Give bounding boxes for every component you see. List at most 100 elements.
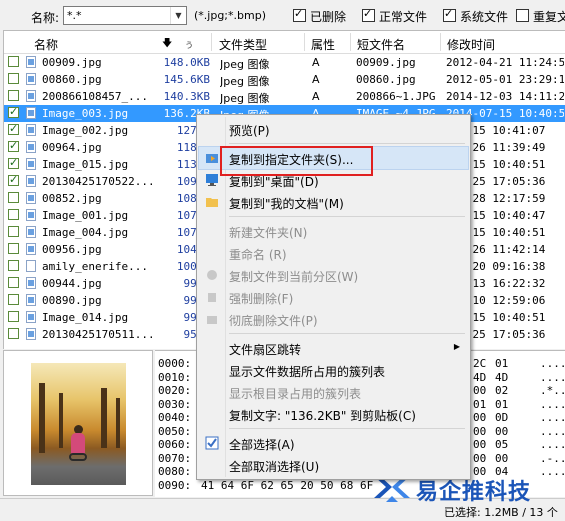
preview-photo [31, 363, 126, 485]
hex-address: 0020: [158, 384, 192, 397]
row-checkbox[interactable] [8, 226, 19, 237]
hex-ascii: .... [540, 424, 565, 438]
image-file-icon [26, 209, 36, 221]
menu-item-12[interactable]: 文件扇区跳转 ▶ [199, 337, 468, 359]
row-checkbox[interactable] [8, 294, 19, 305]
row-checkbox[interactable] [8, 311, 19, 322]
row-checkbox[interactable] [8, 122, 19, 135]
image-file-icon [26, 294, 36, 306]
hex-byte: 00 [473, 438, 487, 451]
cell-size: 140.3KB [163, 90, 210, 103]
table-row[interactable]: 00860.jpg 145.6KB Jpeg 图像 A 00860.jpg 2012-05… [4, 71, 565, 88]
row-checkbox[interactable] [8, 139, 19, 152]
hex-address: 0010: [158, 370, 192, 384]
menu-item-10: 彻底删除文件(P) [199, 308, 468, 330]
document-file-icon [26, 260, 36, 272]
filter-checkbox-3[interactable]: 重复文 [516, 8, 565, 25]
row-checkbox[interactable] [8, 192, 19, 203]
menu-item-17[interactable]: 全部选择(A) [199, 432, 468, 454]
menu-item-15[interactable]: 复制文字: "136.2KB" 到剪贴板(C) [199, 403, 468, 425]
row-checkbox[interactable] [8, 105, 19, 118]
delete-icon [205, 290, 219, 304]
menu-item-label: 新建文件夹(N) [229, 226, 308, 240]
row-checkbox[interactable] [8, 328, 19, 339]
menu-separator [229, 428, 465, 429]
cell-type: Jpeg 图像 [220, 92, 270, 105]
image-file-icon [26, 56, 36, 68]
menu-item-13[interactable]: 显示文件数据所占用的簇列表 [199, 359, 468, 381]
menu-item-label: 全部选择(A) [229, 438, 295, 452]
menu-item-6: 新建文件夹(N) [199, 220, 468, 242]
column-header-mtime[interactable]: 修改时间 [447, 36, 495, 53]
cell-mtime: 2012-05-01 23:29:18 [446, 73, 564, 86]
row-checkbox[interactable] [8, 156, 19, 169]
menu-item-18[interactable]: 全部取消选择(U) [199, 454, 468, 476]
column-header-name[interactable]: 名称 [34, 36, 58, 53]
menu-item-14: 显示根目录占用的簇列表 [199, 381, 468, 403]
hex-byte: 00 [473, 411, 487, 424]
hex-address: 0050: [158, 424, 192, 438]
column-header-type[interactable]: 文件类型 [219, 36, 267, 53]
row-checkbox[interactable] [8, 243, 19, 254]
hex-ascii: .... [540, 411, 565, 424]
image-file-icon [26, 277, 36, 289]
row-checkbox[interactable] [8, 260, 19, 271]
image-file-icon [26, 158, 36, 170]
menu-item-label: 复制文字: "136.2KB" 到剪贴板(C) [229, 409, 416, 423]
row-checkbox[interactable] [8, 209, 19, 220]
row-checkbox[interactable] [8, 73, 19, 84]
hex-byte: 00 [495, 424, 509, 438]
hex-byte: 00 [473, 451, 487, 465]
image-file-icon [26, 73, 36, 85]
cell-mtime: 2012-04-21 11:24:58 [446, 56, 564, 69]
image-file-icon [26, 311, 36, 323]
filter-checkbox-1[interactable]: 正常文件 [362, 7, 427, 25]
filter-checkbox-0[interactable]: 已删除 [293, 7, 347, 25]
name-filter-value: *.* [67, 9, 82, 22]
copy-folder-icon [205, 151, 219, 165]
hex-address: 0000: [158, 357, 192, 370]
filter-checkbox-label: 已删除 [310, 10, 347, 24]
wipe-icon [205, 312, 219, 326]
column-header-short-name[interactable]: 短文件名 [357, 36, 405, 53]
filter-checkbox-label: 系统文件 [460, 10, 509, 24]
list-header: 名称 🡇 ぅ 文件类型 属性 短文件名 修改时间 [4, 31, 565, 54]
row-checkbox[interactable] [8, 173, 19, 186]
image-file-icon [26, 141, 36, 153]
chevron-down-icon[interactable]: ▼ [170, 7, 186, 24]
checkbox-box[interactable] [443, 7, 456, 22]
hex-byte: 01 [495, 357, 509, 370]
hex-byte: 02 [495, 384, 509, 397]
image-file-icon [26, 124, 36, 136]
name-filter-combobox[interactable]: *.* ▼ [63, 6, 187, 25]
row-checkbox[interactable] [8, 90, 19, 101]
hex-byte: 00 [495, 451, 509, 465]
checkbox-box[interactable] [516, 9, 529, 22]
cell-attr: A [312, 73, 320, 86]
submenu-arrow-icon: ▶ [453, 342, 460, 351]
menu-item-label: 显示文件数据所占用的簇列表 [229, 365, 386, 379]
menu-item-label: 重命名 (R) [229, 248, 287, 262]
menu-item-8: 复制文件到当前分区(W) [199, 264, 468, 286]
table-row[interactable]: 00909.jpg 148.0KB Jpeg 图像 A 00909.jpg 2012-04… [4, 54, 565, 71]
hex-ascii: .... [540, 370, 565, 384]
menu-item-label: 复制文件到当前分区(W) [229, 270, 359, 284]
hex-byte: 01 [473, 397, 487, 411]
extension-hint: (*.jpg;*.bmp) [194, 9, 266, 22]
image-file-icon [26, 328, 36, 340]
table-row[interactable]: 200866108457_... 140.3KB Jpeg 图像 A 200866~1.… [4, 88, 565, 105]
cell-size: 148.0KB [163, 56, 210, 69]
checkbox-box[interactable] [293, 7, 306, 22]
row-checkbox[interactable] [8, 56, 19, 67]
column-header-size[interactable]: ぅ [184, 36, 194, 51]
cell-size: 145.6KB [163, 73, 210, 86]
checkbox-box[interactable] [362, 7, 375, 22]
menu-item-4[interactable]: 复制到"我的文档"(M) [199, 191, 468, 213]
sort-desc-icon: 🡇 [162, 38, 173, 49]
row-checkbox[interactable] [8, 277, 19, 288]
folder-icon [205, 195, 219, 209]
menu-item-0[interactable]: 预览(P) [199, 118, 468, 140]
column-header-attr[interactable]: 属性 [311, 36, 335, 53]
filter-checkbox-2[interactable]: 系统文件 [443, 7, 509, 25]
cell-short: 00860.jpg [356, 73, 416, 86]
